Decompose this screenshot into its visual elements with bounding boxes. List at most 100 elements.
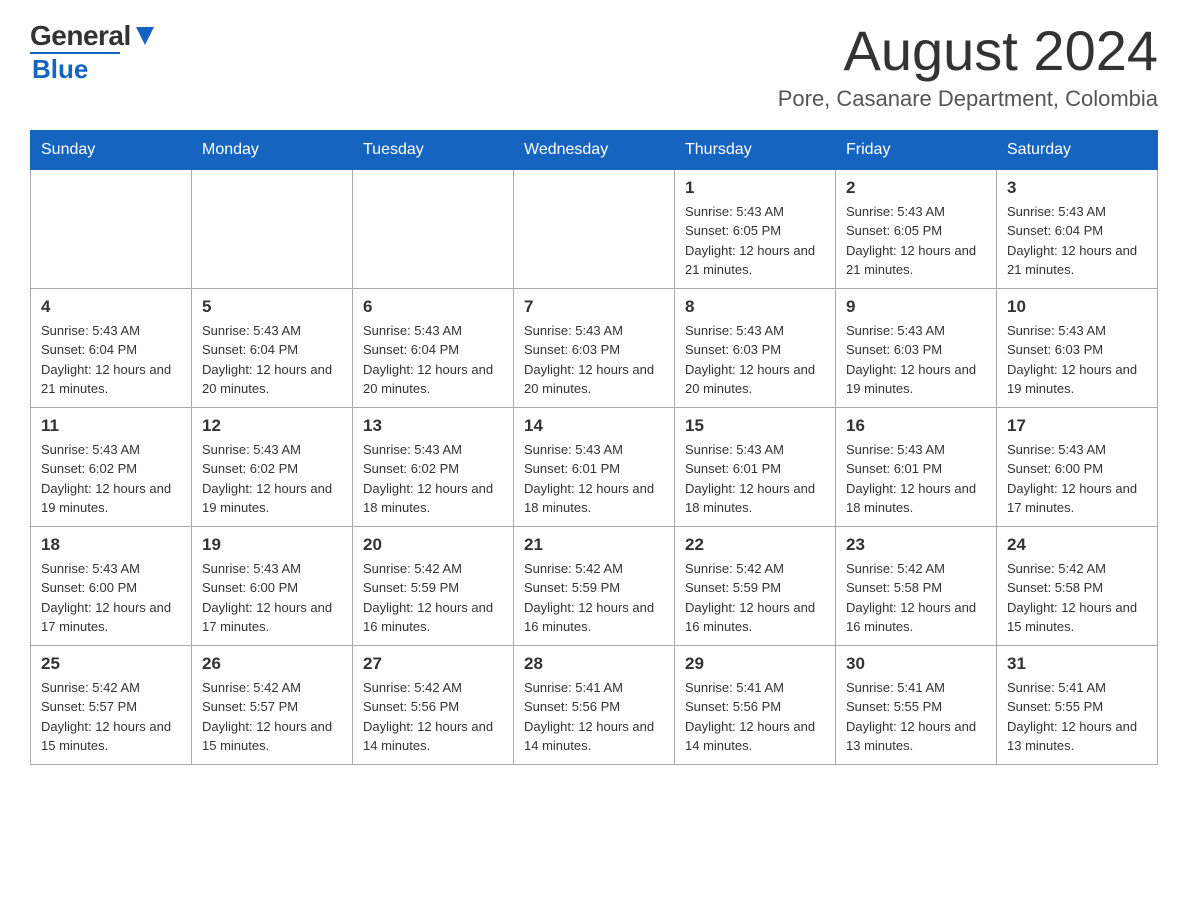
col-header-saturday: Saturday bbox=[997, 130, 1158, 169]
day-info: Sunrise: 5:43 AMSunset: 6:01 PMDaylight:… bbox=[846, 440, 986, 518]
calendar-cell: 9Sunrise: 5:43 AMSunset: 6:03 PMDaylight… bbox=[836, 288, 997, 407]
day-info: Sunrise: 5:43 AMSunset: 6:01 PMDaylight:… bbox=[524, 440, 664, 518]
calendar-week-row: 25 Sunrise: 5:42 AMSunset: 5:57 PMDayligh… bbox=[31, 645, 1158, 764]
day-number: 13 bbox=[363, 416, 503, 436]
calendar-cell bbox=[514, 169, 675, 288]
col-header-tuesday: Tuesday bbox=[353, 130, 514, 169]
calendar-table: SundayMondayTuesdayWednesdayThursdayFrid… bbox=[30, 130, 1158, 765]
day-number: 27 bbox=[363, 654, 503, 674]
day-number: 22 bbox=[685, 535, 825, 555]
col-header-thursday: Thursday bbox=[675, 130, 836, 169]
day-number: 10 bbox=[1007, 297, 1147, 317]
col-header-sunday: Sunday bbox=[31, 130, 192, 169]
day-number: 11 bbox=[41, 416, 181, 436]
day-number: 12 bbox=[202, 416, 342, 436]
calendar-cell: 29Sunrise: 5:41 AMSunset: 5:56 PMDayligh… bbox=[675, 645, 836, 764]
day-info: Sunrise: 5:43 AMSunset: 6:03 PMDaylight:… bbox=[1007, 321, 1147, 399]
calendar-cell: 7 Sunrise: 5:43 AMSunset: 6:03 PMDaylight… bbox=[514, 288, 675, 407]
day-number: 21 bbox=[524, 535, 664, 555]
calendar-cell: 25 Sunrise: 5:42 AMSunset: 5:57 PMDayligh… bbox=[31, 645, 192, 764]
calendar-cell: 6 Sunrise: 5:43 AMSunset: 6:04 PMDaylight… bbox=[353, 288, 514, 407]
calendar-header-row: SundayMondayTuesdayWednesdayThursdayFrid… bbox=[31, 130, 1158, 169]
calendar-cell: 28 Sunrise: 5:41 AMSunset: 5:56 PMDayligh… bbox=[514, 645, 675, 764]
col-header-wednesday: Wednesday bbox=[514, 130, 675, 169]
logo: General Blue bbox=[30, 20, 156, 85]
day-info: Sunrise: 5:42 AMSunset: 5:57 PMDaylight:… bbox=[202, 678, 342, 756]
day-number: 28 bbox=[524, 654, 664, 674]
calendar-cell: 11 Sunrise: 5:43 AMSunset: 6:02 PMDayligh… bbox=[31, 407, 192, 526]
calendar-week-row: 18 Sunrise: 5:43 AMSunset: 6:00 PMDayligh… bbox=[31, 526, 1158, 645]
calendar-cell: 27 Sunrise: 5:42 AMSunset: 5:56 PMDayligh… bbox=[353, 645, 514, 764]
logo-blue-text: Blue bbox=[32, 54, 88, 85]
calendar-cell: 1Sunrise: 5:43 AMSunset: 6:05 PMDaylight… bbox=[675, 169, 836, 288]
day-number: 6 bbox=[363, 297, 503, 317]
day-number: 24 bbox=[1007, 535, 1147, 555]
calendar-cell: 14 Sunrise: 5:43 AMSunset: 6:01 PMDayligh… bbox=[514, 407, 675, 526]
day-number: 4 bbox=[41, 297, 181, 317]
day-number: 2 bbox=[846, 178, 986, 198]
calendar-cell: 16 Sunrise: 5:43 AMSunset: 6:01 PMDayligh… bbox=[836, 407, 997, 526]
day-number: 16 bbox=[846, 416, 986, 436]
day-number: 7 bbox=[524, 297, 664, 317]
day-info: Sunrise: 5:43 AMSunset: 6:00 PMDaylight:… bbox=[202, 559, 342, 637]
day-info: Sunrise: 5:42 AMSunset: 5:56 PMDaylight:… bbox=[363, 678, 503, 756]
calendar-cell: 31Sunrise: 5:41 AMSunset: 5:55 PMDayligh… bbox=[997, 645, 1158, 764]
day-info: Sunrise: 5:43 AMSunset: 6:03 PMDaylight:… bbox=[524, 321, 664, 399]
month-title: August 2024 bbox=[778, 20, 1158, 82]
day-number: 5 bbox=[202, 297, 342, 317]
calendar-cell: 19Sunrise: 5:43 AMSunset: 6:00 PMDayligh… bbox=[192, 526, 353, 645]
calendar-week-row: 4 Sunrise: 5:43 AMSunset: 6:04 PMDaylight… bbox=[31, 288, 1158, 407]
calendar-cell bbox=[31, 169, 192, 288]
calendar-cell: 20Sunrise: 5:42 AMSunset: 5:59 PMDayligh… bbox=[353, 526, 514, 645]
calendar-cell: 18Sunrise: 5:43 AMSunset: 6:00 PMDayligh… bbox=[31, 526, 192, 645]
day-info: Sunrise: 5:43 AMSunset: 6:02 PMDaylight:… bbox=[363, 440, 503, 518]
day-info: Sunrise: 5:41 AMSunset: 5:56 PMDaylight:… bbox=[685, 678, 825, 756]
day-number: 14 bbox=[524, 416, 664, 436]
day-number: 15 bbox=[685, 416, 825, 436]
day-info: Sunrise: 5:43 AMSunset: 6:04 PMDaylight:… bbox=[41, 321, 181, 399]
calendar-cell bbox=[353, 169, 514, 288]
calendar-cell: 8Sunrise: 5:43 AMSunset: 6:03 PMDaylight… bbox=[675, 288, 836, 407]
day-number: 25 bbox=[41, 654, 181, 674]
calendar-cell: 15 Sunrise: 5:43 AMSunset: 6:01 PMDayligh… bbox=[675, 407, 836, 526]
location-subtitle: Pore, Casanare Department, Colombia bbox=[778, 86, 1158, 112]
calendar-cell: 22 Sunrise: 5:42 AMSunset: 5:59 PMDayligh… bbox=[675, 526, 836, 645]
logo-general-text: General bbox=[30, 20, 131, 52]
day-info: Sunrise: 5:41 AMSunset: 5:55 PMDaylight:… bbox=[846, 678, 986, 756]
day-info: Sunrise: 5:42 AMSunset: 5:59 PMDaylight:… bbox=[524, 559, 664, 637]
col-header-monday: Monday bbox=[192, 130, 353, 169]
day-number: 17 bbox=[1007, 416, 1147, 436]
day-info: Sunrise: 5:43 AMSunset: 6:03 PMDaylight:… bbox=[846, 321, 986, 399]
day-number: 18 bbox=[41, 535, 181, 555]
day-number: 8 bbox=[685, 297, 825, 317]
day-info: Sunrise: 5:43 AMSunset: 6:05 PMDaylight:… bbox=[846, 202, 986, 280]
day-number: 23 bbox=[846, 535, 986, 555]
col-header-friday: Friday bbox=[836, 130, 997, 169]
calendar-cell bbox=[192, 169, 353, 288]
day-info: Sunrise: 5:43 AMSunset: 6:04 PMDaylight:… bbox=[1007, 202, 1147, 280]
calendar-cell: 10 Sunrise: 5:43 AMSunset: 6:03 PMDayligh… bbox=[997, 288, 1158, 407]
calendar-week-row: 11 Sunrise: 5:43 AMSunset: 6:02 PMDayligh… bbox=[31, 407, 1158, 526]
calendar-cell: 2 Sunrise: 5:43 AMSunset: 6:05 PMDaylight… bbox=[836, 169, 997, 288]
calendar-cell: 24Sunrise: 5:42 AMSunset: 5:58 PMDayligh… bbox=[997, 526, 1158, 645]
day-info: Sunrise: 5:43 AMSunset: 6:04 PMDaylight:… bbox=[363, 321, 503, 399]
day-number: 1 bbox=[685, 178, 825, 198]
day-info: Sunrise: 5:43 AMSunset: 6:02 PMDaylight:… bbox=[41, 440, 181, 518]
logo-flag-icon bbox=[134, 25, 156, 47]
day-number: 26 bbox=[202, 654, 342, 674]
day-info: Sunrise: 5:43 AMSunset: 6:01 PMDaylight:… bbox=[685, 440, 825, 518]
calendar-cell: 23Sunrise: 5:42 AMSunset: 5:58 PMDayligh… bbox=[836, 526, 997, 645]
calendar-cell: 13 Sunrise: 5:43 AMSunset: 6:02 PMDayligh… bbox=[353, 407, 514, 526]
calendar-cell: 26 Sunrise: 5:42 AMSunset: 5:57 PMDayligh… bbox=[192, 645, 353, 764]
title-block: August 2024 Pore, Casanare Department, C… bbox=[778, 20, 1158, 112]
day-info: Sunrise: 5:43 AMSunset: 6:02 PMDaylight:… bbox=[202, 440, 342, 518]
calendar-week-row: 1 Sunrise: 5:43 AMSunset: 6:05 PMDaylight… bbox=[31, 169, 1158, 288]
day-info: Sunrise: 5:42 AMSunset: 5:59 PMDaylight:… bbox=[685, 559, 825, 637]
day-info: Sunrise: 5:41 AMSunset: 5:56 PMDaylight:… bbox=[524, 678, 664, 756]
day-info: Sunrise: 5:42 AMSunset: 5:57 PMDaylight:… bbox=[41, 678, 181, 756]
calendar-cell: 17 Sunrise: 5:43 AMSunset: 6:00 PMDayligh… bbox=[997, 407, 1158, 526]
day-number: 3 bbox=[1007, 178, 1147, 198]
day-number: 20 bbox=[363, 535, 503, 555]
day-info: Sunrise: 5:43 AMSunset: 6:00 PMDaylight:… bbox=[1007, 440, 1147, 518]
calendar-cell: 30Sunrise: 5:41 AMSunset: 5:55 PMDayligh… bbox=[836, 645, 997, 764]
